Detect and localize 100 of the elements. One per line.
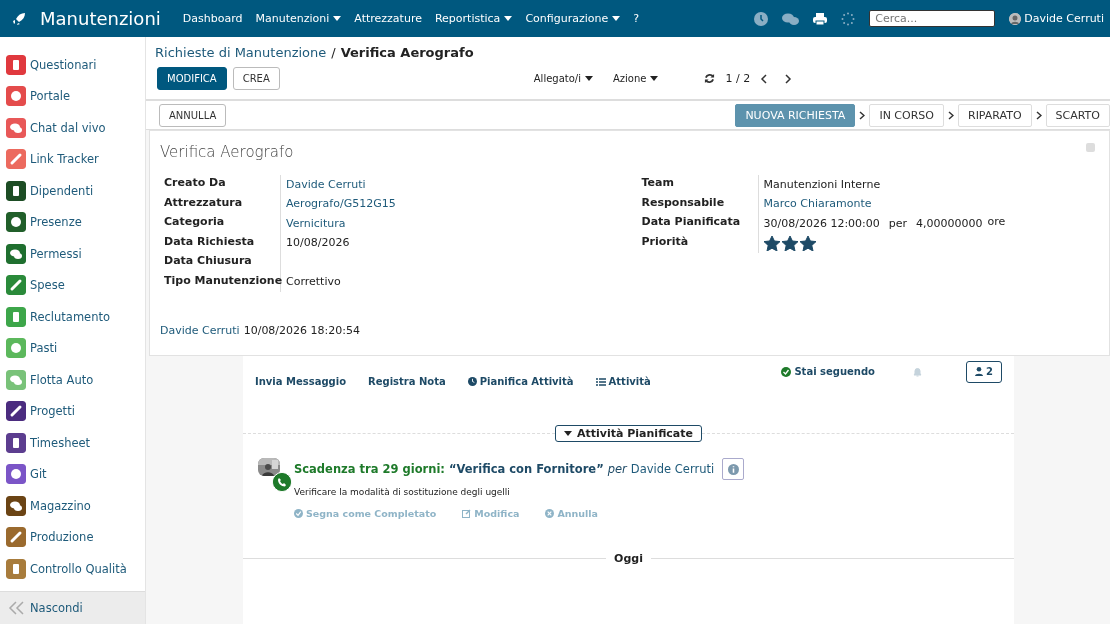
sidebar-item[interactable]: Controllo Qualità (0, 553, 145, 585)
activity-note: Verificare la modalità di sostituzione degli ugelli (294, 487, 511, 497)
create-button[interactable]: CREA (232, 67, 280, 90)
print-icon[interactable] (813, 11, 828, 26)
sidebar-item[interactable]: Timesheet (0, 427, 145, 459)
chatter-action[interactable]: Registra Nota (368, 376, 446, 387)
sidebar-item[interactable]: Git (0, 458, 145, 490)
chevron-icon (1035, 111, 1042, 120)
section-toggle[interactable]: Attività Pianificate (555, 425, 702, 442)
field-link[interactable]: Aerografo/G512G15 (286, 194, 396, 215)
spinner-icon (841, 11, 856, 26)
field-label: Team (641, 175, 759, 195)
cancel-button[interactable]: ANNULLA (159, 104, 227, 127)
sidebar-item[interactable]: Progetti (0, 395, 145, 427)
edit-icon (462, 509, 472, 518)
per-label: per (607, 462, 627, 476)
record-title: Verifica Aerografo (160, 143, 294, 161)
sidebar-item[interactable]: Portale (0, 80, 145, 112)
menu-item[interactable]: ? (633, 12, 640, 25)
field-label: Creato Da (164, 175, 281, 195)
refresh-icon[interactable] (704, 73, 716, 84)
menu-item[interactable]: Configurazione (525, 12, 621, 25)
sidebar-item[interactable]: Dipendenti (0, 175, 145, 207)
sidebar-item[interactable]: Permessi (0, 238, 145, 270)
field-label: Tipo Manutenzione (164, 272, 281, 292)
person-icon (975, 367, 983, 376)
unit-label: ore (987, 214, 1006, 231)
sidebar-item[interactable]: Magazzino (0, 490, 145, 522)
toggle-icon[interactable] (1086, 143, 1095, 152)
info-button[interactable] (722, 458, 745, 480)
chat-icon[interactable] (782, 11, 800, 26)
status-stage[interactable]: RIPARATO (958, 104, 1032, 127)
breadcrumb-link[interactable]: Richieste di Manutenzione (155, 45, 327, 60)
check-circle-icon (781, 366, 792, 377)
caret-icon (585, 76, 593, 81)
edit-button[interactable]: MODIFICA (157, 67, 227, 90)
caret-icon (564, 431, 573, 436)
user-link[interactable]: Davide Cerruti (630, 462, 715, 476)
chevron-icon (948, 111, 954, 120)
chatter-action[interactable]: Attività (595, 376, 651, 387)
user-menu[interactable]: Davide Cerruti (1009, 12, 1104, 25)
caret-icon (504, 16, 513, 21)
star-icon[interactable] (763, 235, 780, 251)
sidebar-item[interactable]: Produzione (0, 521, 145, 553)
field-label: Attrezzatura (164, 194, 281, 214)
field-value: 4,00000000 (916, 215, 983, 232)
attachment-dropdown[interactable]: Allegato/i (533, 73, 593, 84)
field-link[interactable]: Marco Chiaramonte (763, 194, 872, 215)
clock-icon[interactable] (754, 11, 769, 26)
pager-counter: 1 / 2 (725, 72, 751, 85)
field-link[interactable]: Vernicitura (286, 213, 346, 234)
per-label: per (888, 215, 908, 232)
breadcrumb-separator: / (331, 45, 336, 60)
followers-button[interactable]: 2 (966, 360, 1002, 383)
field-label: Data Richiesta (164, 233, 281, 253)
field-label: Data Pianificata (641, 214, 759, 234)
menu-item[interactable]: Attrezzature (354, 12, 422, 25)
check-circle-icon (294, 509, 303, 518)
field-label: Data Chiusura (164, 253, 281, 273)
menu-item[interactable]: Reportistica (434, 12, 513, 25)
field-value: 30/08/2026 12:00:00 (763, 215, 880, 232)
sidebar-item[interactable]: Questionari (0, 49, 145, 81)
menu-item[interactable]: Dashboard (182, 12, 243, 25)
due-label: Scadenza tra 29 giorni: (294, 462, 445, 476)
field-link[interactable]: Davide Cerruti (286, 174, 366, 195)
menu-item[interactable]: Manutenzioni (255, 12, 342, 25)
sidebar-item[interactable]: Link Tracker (0, 143, 145, 175)
chatter-action[interactable]: Invia Messaggio (255, 376, 346, 387)
field-value: Correttivo (286, 274, 341, 291)
caret-icon (333, 16, 342, 21)
rocket-icon (12, 11, 26, 26)
avatar-icon (1009, 12, 1022, 25)
sidebar-item[interactable]: Reclutamento (0, 301, 145, 333)
previous-icon[interactable] (760, 73, 768, 84)
field-label: Categoria (164, 214, 281, 234)
field-label: Responsabile (641, 194, 759, 214)
chatter-action[interactable]: Pianifica Attività (467, 376, 574, 387)
sidebar-item[interactable]: Presenze (0, 206, 145, 238)
status-stage[interactable]: SCARTO (1045, 104, 1110, 127)
activity-title: “Verifica con Fornitore” (448, 462, 604, 476)
next-icon[interactable] (785, 73, 793, 84)
status-stage[interactable]: IN CORSO (869, 104, 944, 127)
star-icon[interactable] (781, 235, 798, 251)
sidebar-item[interactable]: Spese (0, 269, 145, 301)
caret-icon (650, 76, 659, 81)
cross-circle-icon (545, 509, 555, 518)
user-link[interactable]: Davide Cerruti (160, 324, 240, 337)
list-icon (595, 377, 606, 386)
double-chevron-icon (8, 601, 26, 615)
sidebar-item[interactable]: Chat dal vivo (0, 112, 145, 144)
action-dropdown[interactable]: Azione (613, 73, 659, 84)
search-field[interactable]: Cerca... (869, 10, 996, 27)
hide-sidebar-button[interactable]: Nascondi (0, 591, 145, 624)
following-status[interactable]: Stai seguendo (781, 366, 875, 377)
timestamp: 10/08/2026 18:20:54 (243, 324, 360, 337)
chevron-icon (859, 111, 866, 120)
field-value: 10/08/2026 (286, 235, 350, 252)
sidebar-item[interactable]: Pasti (0, 332, 145, 364)
sidebar-item[interactable]: Flotta Auto (0, 364, 145, 396)
star-icon[interactable] (799, 235, 816, 251)
